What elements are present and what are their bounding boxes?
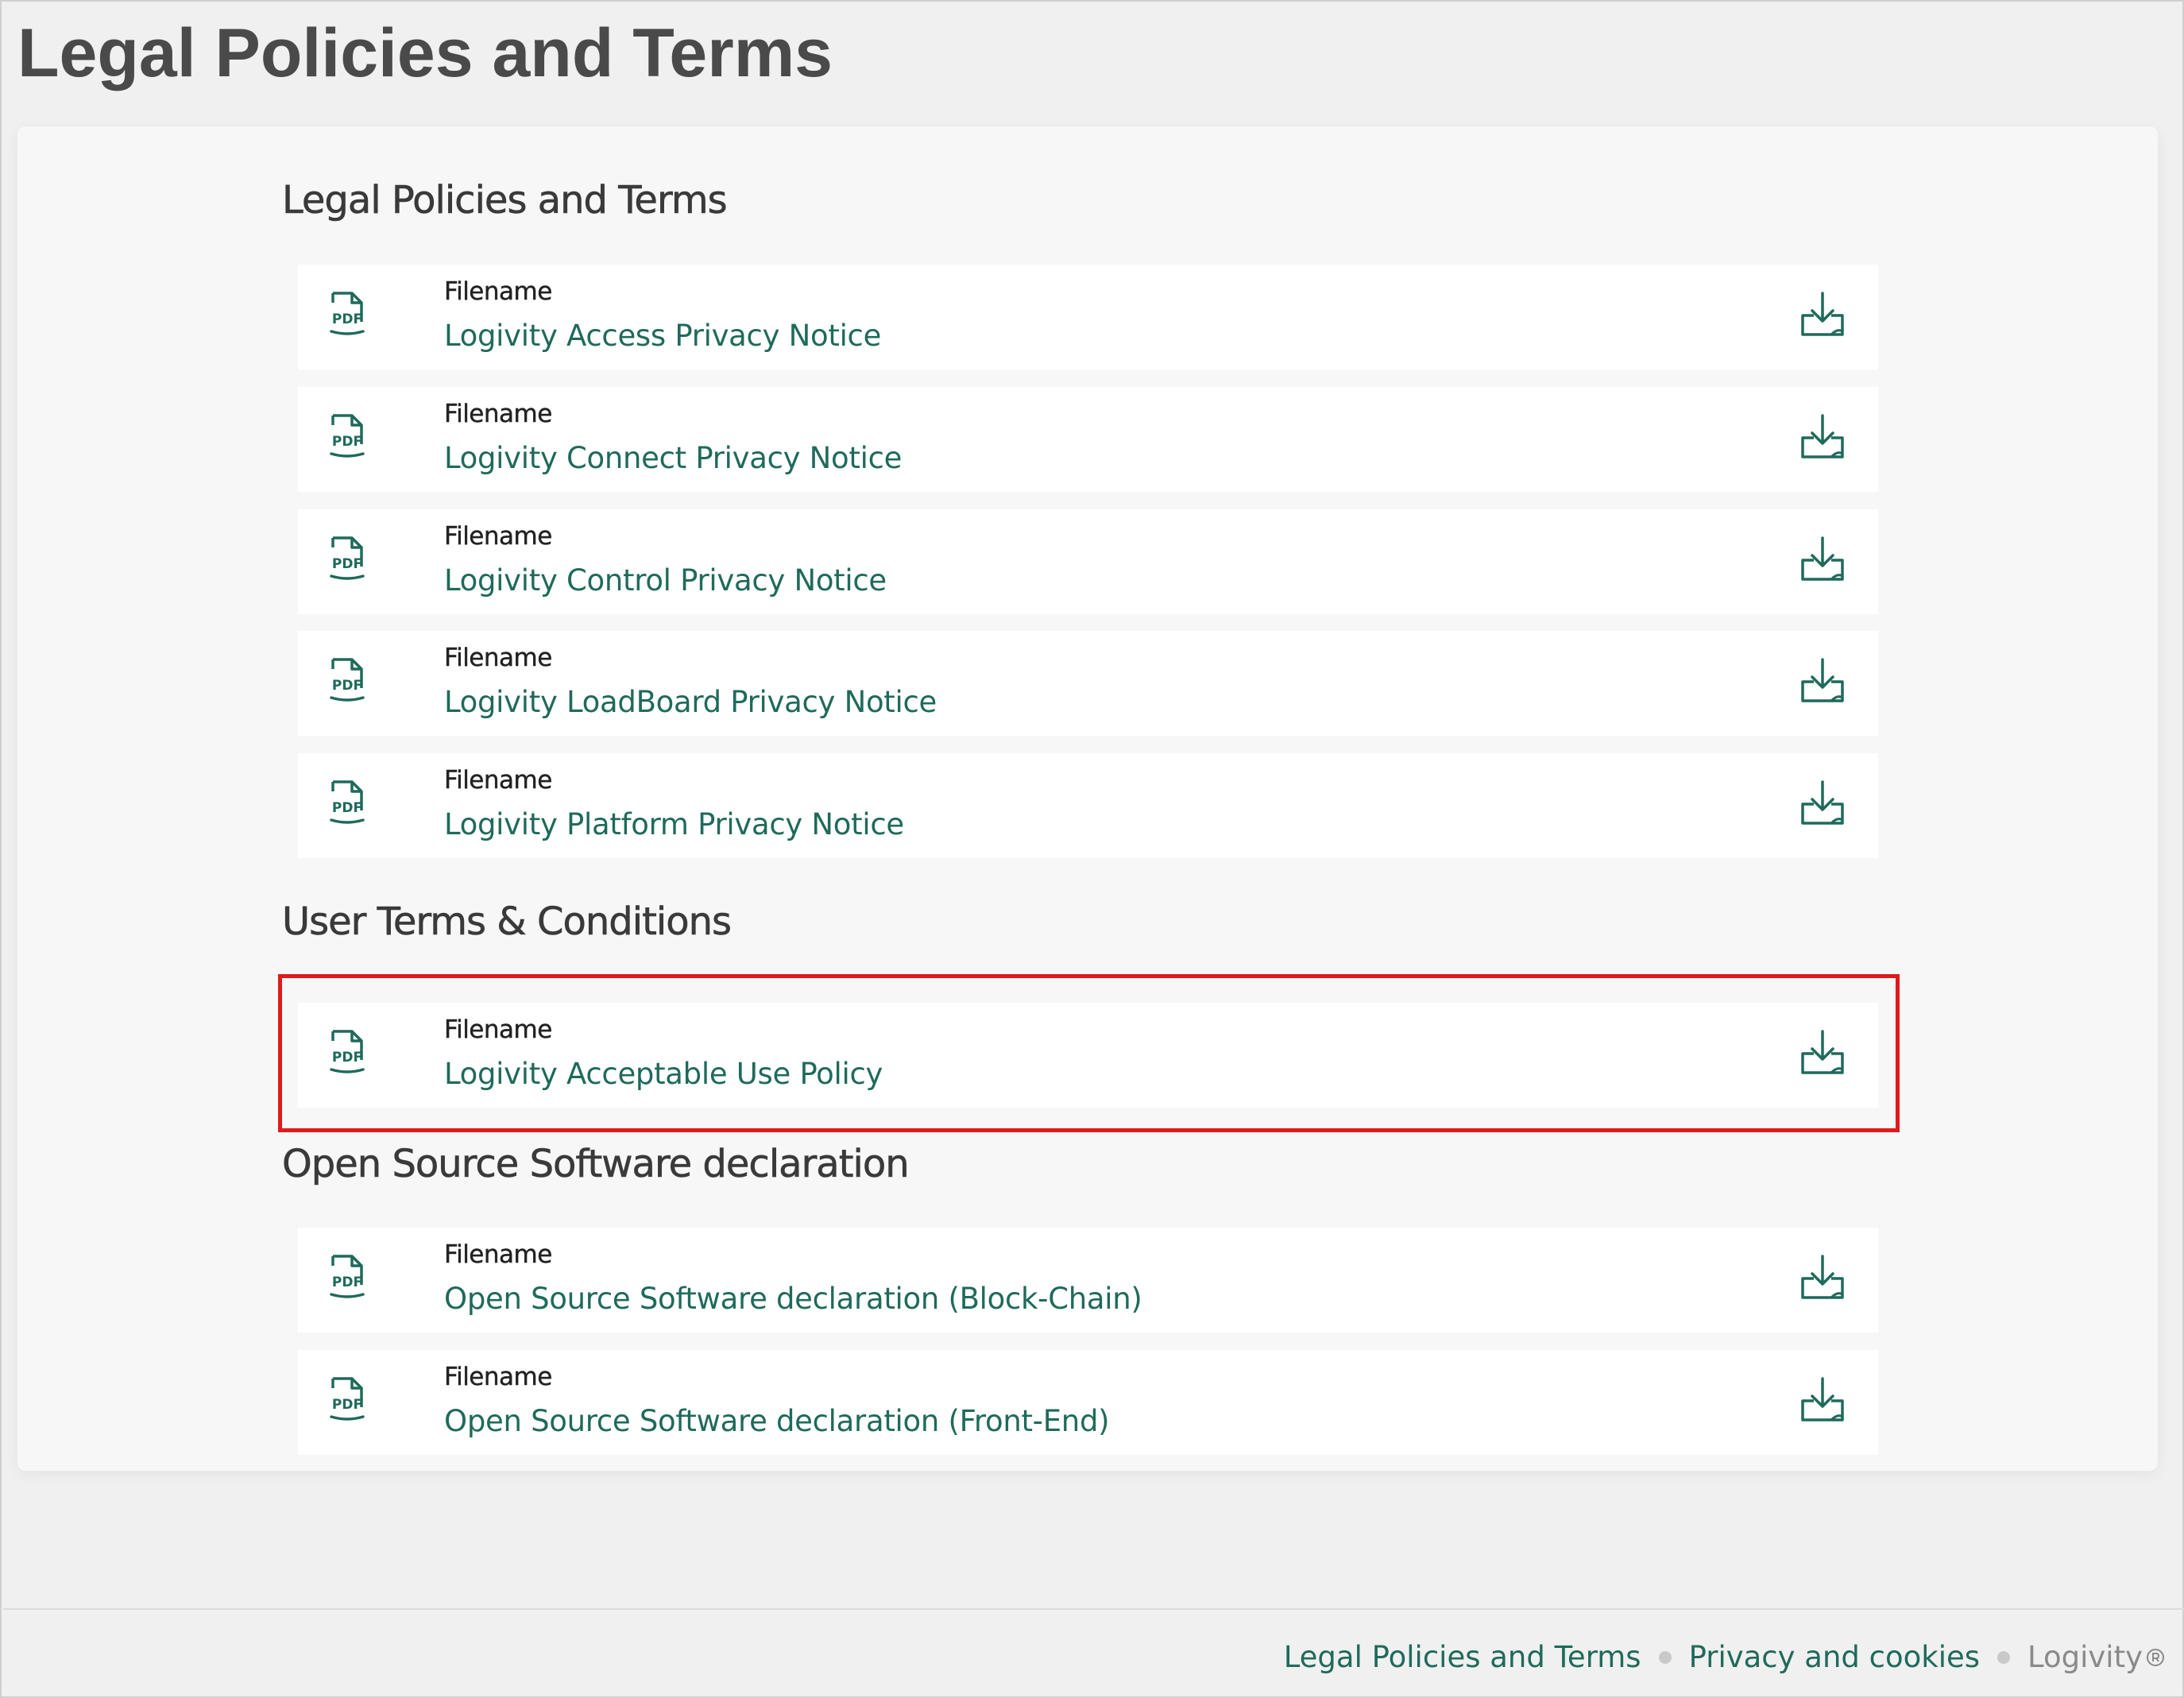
download-icon[interactable] <box>1798 1377 1847 1425</box>
svg-text:PDF: PDF <box>332 800 362 816</box>
filename-label: Filename <box>444 522 553 551</box>
svg-text:PDF: PDF <box>332 556 362 572</box>
file-row-access-privacy-notice[interactable]: PDF Filename Logivity Access Privacy Not… <box>298 265 1878 369</box>
download-icon[interactable] <box>1798 1255 1847 1302</box>
svg-text:PDF: PDF <box>332 311 362 327</box>
pdf-file-icon: PDF <box>330 658 365 702</box>
pdf-file-icon: PDF <box>330 414 365 458</box>
download-icon[interactable] <box>1798 536 1847 584</box>
svg-text:PDF: PDF <box>332 434 362 450</box>
filename-label: Filename <box>444 277 553 306</box>
pdf-file-icon: PDF <box>330 1377 365 1421</box>
file-row-platform-privacy-notice[interactable]: PDF Filename Logivity Platform Privacy N… <box>298 753 1878 858</box>
file-link[interactable]: Logivity Access Privacy Notice <box>444 319 881 353</box>
page-title: Legal Policies and Terms <box>17 15 833 91</box>
file-link[interactable]: Open Source Software declaration (Front-… <box>444 1404 1110 1438</box>
footer-separator-dot <box>1997 1650 2011 1664</box>
filename-label: Filename <box>444 1240 553 1269</box>
pdf-file-icon: PDF <box>330 1255 365 1298</box>
svg-text:PDF: PDF <box>332 1274 362 1290</box>
footer-brand: Logivity <box>2027 1640 2143 1674</box>
file-row-oss-front-end[interactable]: PDF Filename Open Source Software declar… <box>298 1350 1878 1455</box>
filename-label: Filename <box>444 644 553 672</box>
svg-text:PDF: PDF <box>332 678 362 694</box>
registered-trademark-icon <box>2147 1648 2164 1666</box>
pdf-file-icon: PDF <box>330 292 365 335</box>
filename-label: Filename <box>444 1015 553 1044</box>
download-icon[interactable] <box>1798 414 1847 462</box>
svg-text:PDF: PDF <box>332 1397 362 1413</box>
file-link[interactable]: Logivity Acceptable Use Policy <box>444 1057 883 1091</box>
download-icon[interactable] <box>1798 292 1847 339</box>
file-row-oss-block-chain[interactable]: PDF Filename Open Source Software declar… <box>298 1228 1878 1332</box>
filename-label: Filename <box>444 766 553 795</box>
pdf-file-icon: PDF <box>330 780 365 824</box>
app-window: Legal Policies and Terms Legal Policies … <box>0 0 2184 1698</box>
file-row-acceptable-use-policy[interactable]: PDF Filename Logivity Acceptable Use Pol… <box>298 1003 1878 1108</box>
svg-text:PDF: PDF <box>332 1050 362 1066</box>
file-row-connect-privacy-notice[interactable]: PDF Filename Logivity Connect Privacy No… <box>298 387 1878 492</box>
footer-separator-dot <box>1658 1650 1672 1664</box>
section-heading-user-terms: User Terms & Conditions <box>282 899 733 945</box>
download-icon[interactable] <box>1798 1030 1847 1077</box>
file-row-control-privacy-notice[interactable]: PDF Filename Logivity Control Privacy No… <box>298 509 1878 614</box>
download-icon[interactable] <box>1798 658 1847 706</box>
section-heading-legal-policies: Legal Policies and Terms <box>282 178 728 223</box>
filename-label: Filename <box>444 400 553 428</box>
filename-label: Filename <box>444 1363 553 1391</box>
file-link[interactable]: Logivity LoadBoard Privacy Notice <box>444 685 937 719</box>
footer: Legal Policies and Terms Privacy and coo… <box>1284 1640 2165 1674</box>
footer-link-legal-policies[interactable]: Legal Policies and Terms <box>1284 1640 1641 1674</box>
file-link[interactable]: Open Source Software declaration (Block-… <box>444 1282 1142 1316</box>
pdf-file-icon: PDF <box>330 1030 365 1073</box>
file-row-loadboard-privacy-notice[interactable]: PDF Filename Logivity LoadBoard Privacy … <box>298 631 1878 736</box>
file-link[interactable]: Logivity Connect Privacy Notice <box>444 441 902 475</box>
file-link[interactable]: Logivity Control Privacy Notice <box>444 563 887 598</box>
pdf-file-icon: PDF <box>330 536 365 580</box>
file-link[interactable]: Logivity Platform Privacy Notice <box>444 807 904 841</box>
download-icon[interactable] <box>1798 780 1847 828</box>
footer-link-privacy-cookies[interactable]: Privacy and cookies <box>1689 1640 1980 1674</box>
footer-divider <box>3 1608 2184 1610</box>
section-heading-open-source: Open Source Software declaration <box>282 1142 910 1187</box>
